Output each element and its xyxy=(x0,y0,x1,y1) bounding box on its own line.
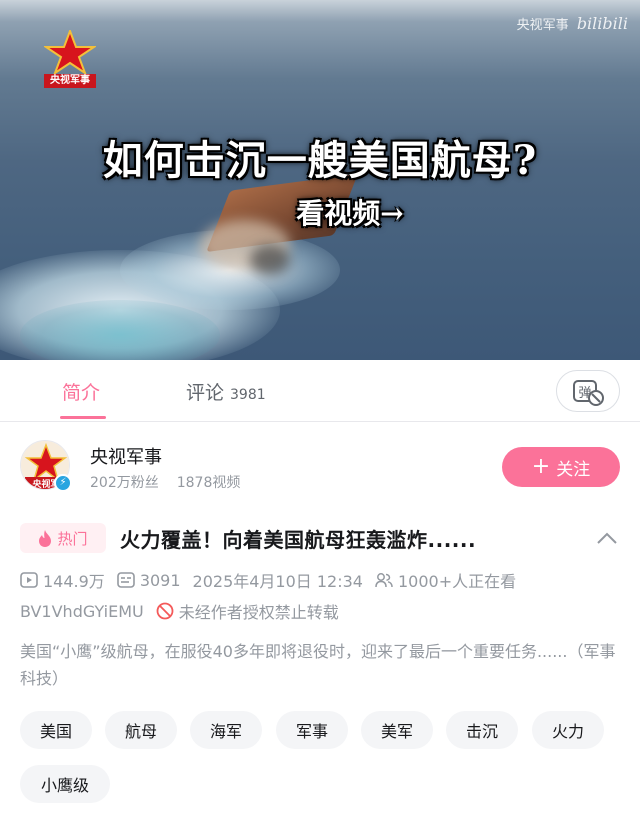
watermark-channel: 央视军事 xyxy=(516,18,569,33)
watermark-brand: bilibili xyxy=(576,14,628,33)
flame-icon xyxy=(39,529,52,547)
view-count: 144.9万 xyxy=(20,568,105,592)
logo-text: 央视军事 xyxy=(44,74,96,88)
danmaku-off-icon: 弹 xyxy=(573,380,604,406)
danmaku-toggle-button[interactable]: 弹 xyxy=(556,370,620,412)
tag-item[interactable]: 小鹰级 xyxy=(20,765,110,803)
follow-label: 关注 xyxy=(556,459,591,480)
uploader-name[interactable]: 央视军事 xyxy=(90,443,162,469)
hot-badge[interactable]: 热门 xyxy=(20,523,106,553)
tab-intro[interactable]: 简介 xyxy=(62,378,100,405)
tag-item[interactable]: 航母 xyxy=(105,711,177,749)
tab-active-indicator xyxy=(60,416,106,419)
uploader-fans: 202万粉丝 xyxy=(90,475,159,491)
video-watermark: 央视军事 bilibili xyxy=(517,14,628,33)
video-description: 美国“小鹰”级航母，在服役40多年即将退役时，迎来了最后一个重要任务......… xyxy=(20,642,616,688)
tag-item[interactable]: 军事 xyxy=(276,711,348,749)
uploader-stats: 202万粉丝 1878视频 xyxy=(90,472,240,492)
video-subtitle-overlay: 看视频→ xyxy=(296,197,404,230)
prohibited-icon xyxy=(156,602,174,620)
hot-label: 热门 xyxy=(57,529,88,548)
danmaku-count-value: 3091 xyxy=(139,570,181,590)
tag-item[interactable]: 火力 xyxy=(532,711,604,749)
video-meta-secondary: BV1VhdGYiEMU 未经作者授权禁止转载 xyxy=(20,599,351,623)
plus-icon: + xyxy=(531,454,551,479)
watching-now-value: 1000+人正在看 xyxy=(398,572,517,591)
video-title-overlay: 如何击沉一艘美国航母? xyxy=(102,137,538,184)
tag-item[interactable]: 美军 xyxy=(361,711,433,749)
video-title: 火力覆盖！向着美国航母狂轰滥炸...... xyxy=(120,528,477,552)
watching-now: 1000+人正在看 xyxy=(375,568,516,592)
danmaku-count: 3091 xyxy=(117,571,181,590)
tab-comments[interactable]: 评论 3981 xyxy=(186,378,266,405)
tag-item[interactable]: 海军 xyxy=(190,711,262,749)
tag-item[interactable]: 美国 xyxy=(20,711,92,749)
star-icon xyxy=(42,28,98,76)
danmaku-count-icon xyxy=(117,572,135,588)
play-count-icon xyxy=(20,572,38,588)
tag-item[interactable]: 击沉 xyxy=(446,711,518,749)
video-player[interactable]: 央视军事 央视军事 bilibili 如何击沉一艘美国航母? 看视频→ xyxy=(0,0,640,360)
tab-comments-label: 评论 xyxy=(186,382,225,404)
cctv-military-logo: 央视军事 xyxy=(42,28,98,90)
verified-badge-icon: ⚡ xyxy=(54,474,72,492)
chevron-up-icon[interactable] xyxy=(596,530,618,546)
comment-count: 3981 xyxy=(230,387,266,403)
copyright-text: 未经作者授权禁止转载 xyxy=(178,603,339,622)
video-meta: 144.9万 3091 2025年4月10日 12:34 1000+人正在看 xyxy=(20,568,528,592)
publish-datetime: 2025年4月10日 12:34 xyxy=(192,572,363,591)
bvid: BV1VhdGYiEMU xyxy=(20,601,144,621)
follow-button[interactable]: + 关注 xyxy=(502,447,620,487)
view-count-value: 144.9万 xyxy=(43,572,105,591)
video-smoke xyxy=(250,245,290,275)
tab-bar: 简介 评论 3981 xyxy=(0,360,640,422)
people-icon xyxy=(375,573,393,588)
copyright-notice: 未经作者授权禁止转载 xyxy=(156,599,339,623)
uploader-video-count: 1878视频 xyxy=(176,475,241,491)
